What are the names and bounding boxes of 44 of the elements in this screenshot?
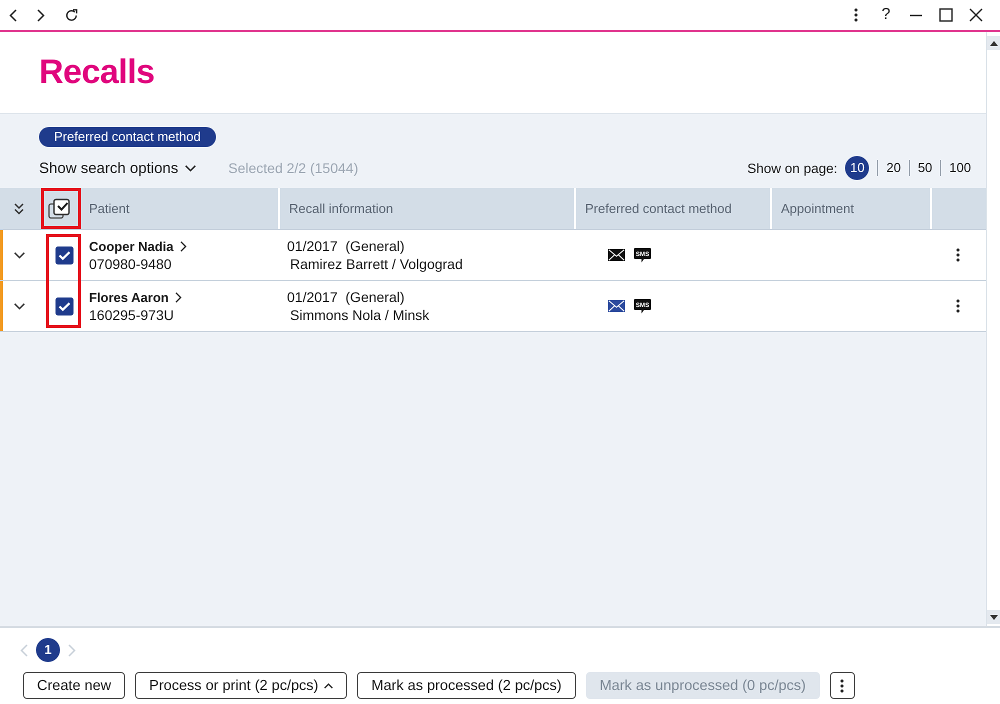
chevron-left-icon[interactable] (9, 8, 17, 22)
help-button[interactable]: ? (878, 6, 894, 24)
page-size-option[interactable]: 50 (918, 156, 932, 180)
page-size-option[interactable]: 10 (845, 156, 870, 180)
double-chevron-icon[interactable] (14, 202, 24, 214)
more-button[interactable] (830, 672, 855, 699)
recall-date: 01/2017 (General) (287, 289, 406, 305)
recall-date: 01/2017 (General) (287, 238, 406, 254)
chevron-down-icon[interactable] (14, 302, 24, 310)
patient-id: 160295-973U (89, 306, 175, 322)
action-button[interactable]: Create new (23, 672, 126, 699)
chevron-right-icon (180, 240, 187, 252)
close-icon[interactable] (968, 8, 984, 22)
row-checkbox[interactable] (55, 296, 74, 316)
action-button[interactable]: Mark as processed (2 pc/pcs) (357, 672, 576, 699)
chevron-right-icon (174, 292, 182, 302)
page-title: Recalls (39, 53, 155, 92)
action-button[interactable]: Process or print (2 pc/pcs) (135, 672, 348, 699)
page-size-label: Show on page: (747, 160, 838, 176)
chevron-right-icon[interactable] (37, 8, 45, 22)
patient-link[interactable]: Flores Aaron (89, 290, 182, 304)
kebab-menu-icon[interactable] (854, 8, 858, 22)
maximize-icon[interactable] (938, 8, 954, 22)
circular-arrow-icon[interactable] (65, 8, 78, 22)
row-checkbox[interactable] (55, 246, 74, 264)
patient-link[interactable]: Cooper Nadia (89, 238, 187, 254)
kebab-menu-icon[interactable] (956, 299, 960, 313)
chevron-down-icon[interactable] (14, 252, 24, 258)
chevron-up-icon (324, 682, 334, 688)
recall-detail: Simmons Nola / Minsk (289, 307, 430, 323)
page-button[interactable]: 1 (36, 638, 60, 662)
kebab-menu-icon (840, 678, 844, 692)
kebab-menu-icon[interactable] (956, 248, 960, 262)
column-header[interactable]: Patient (80, 188, 278, 229)
search-options-toggle[interactable]: Show search options (39, 160, 196, 176)
patient-id: 070980-9480 (89, 256, 173, 272)
selection-summary: Selected 2/2 (15044) (228, 160, 358, 176)
triangle-down-icon[interactable] (990, 614, 998, 620)
page-size-option[interactable]: 20 (886, 156, 901, 180)
select-all-checkbox[interactable] (48, 198, 70, 220)
recall-detail: Ramirez Barrett / Volgograd (289, 256, 464, 272)
page-size-option[interactable]: 100 (949, 156, 971, 180)
triangle-up-icon[interactable] (990, 40, 998, 46)
filter-chip[interactable]: Preferred contact method (39, 127, 216, 147)
